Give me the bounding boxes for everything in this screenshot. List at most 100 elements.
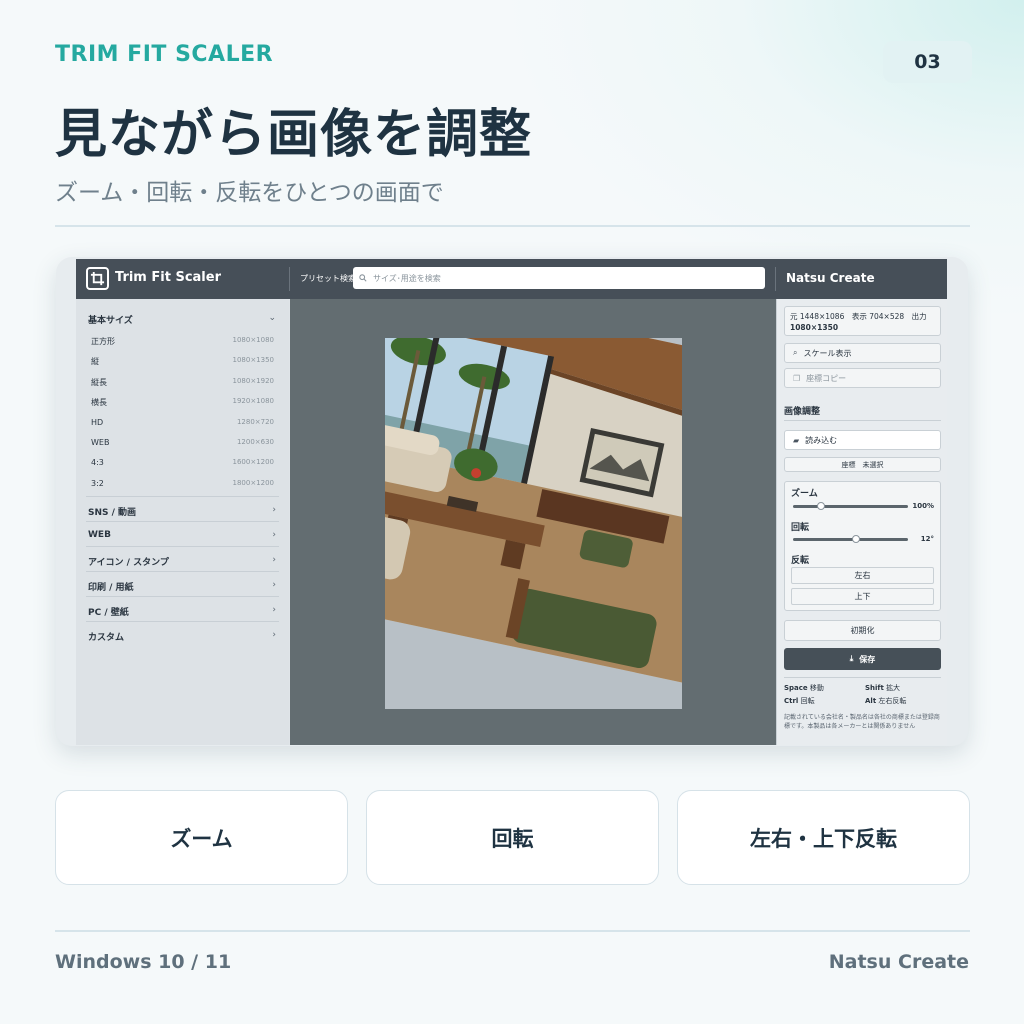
- search-icon: [359, 274, 367, 282]
- artboard[interactable]: [385, 338, 682, 709]
- image-info-line1: 元 1448×1086 表示 704×528 出力: [790, 312, 927, 321]
- category-pc[interactable]: PC / 壁紙 ›: [88, 605, 280, 618]
- zoom-label: ズーム: [791, 489, 818, 499]
- copy-coords-label: 座標コピー: [806, 373, 847, 383]
- sidebar-divider: [86, 546, 279, 547]
- category-label: 基本サイズ: [88, 316, 133, 326]
- preset-item[interactable]: 3:2 1800×1200: [91, 479, 274, 488]
- category-icon[interactable]: アイコン / スタンプ ›: [88, 555, 280, 568]
- search-input[interactable]: サイズ･用途を検索: [353, 267, 765, 289]
- chevron-right-icon: ›: [272, 630, 276, 640]
- chevron-right-icon: ›: [272, 605, 276, 615]
- page-number: 03: [883, 41, 972, 83]
- right-panel: 元 1448×1086 表示 704×528 出力 1080×1350 ⌕ スケ…: [776, 299, 947, 745]
- sidebar-divider: [86, 571, 279, 572]
- sidebar-divider: [86, 496, 279, 497]
- room-photo[interactable]: [385, 338, 682, 709]
- category-label: アイコン / スタンプ: [88, 558, 169, 568]
- preset-item[interactable]: 横長 1920×1080: [91, 397, 274, 408]
- coords-status-label: 座標 未選択: [841, 460, 884, 469]
- crop-icon: [86, 267, 109, 290]
- feature-card-flip: 左右・上下反転: [677, 790, 970, 885]
- category-basic[interactable]: 基本サイズ ⌄: [88, 313, 280, 326]
- preset-size: 1200×630: [236, 438, 274, 446]
- category-label: WEB: [88, 530, 111, 540]
- category-label: 印刷 / 用紙: [88, 583, 134, 593]
- preset-name: 4:3: [91, 458, 104, 467]
- preset-item[interactable]: 4:3 1600×1200: [91, 458, 274, 467]
- footer-os: Windows 10 / 11: [55, 951, 232, 973]
- app-window: Trim Fit Scaler プリセット検索 サイズ･用途を検索 Natsu …: [56, 257, 968, 746]
- rotate-slider-knob[interactable]: [851, 535, 860, 543]
- preset-item[interactable]: 正方形 1080×1080: [91, 336, 274, 347]
- shortcut-alt: Alt 左右反転: [865, 696, 906, 706]
- zoom-icon: ⌕: [793, 348, 798, 357]
- image-adjust-title: 画像調整: [784, 407, 821, 417]
- shortcut-action: 左右反転: [878, 697, 907, 705]
- zoom-slider-knob[interactable]: [816, 502, 825, 510]
- shortcut-action: 回転: [800, 697, 815, 705]
- coords-status: 座標 未選択: [784, 457, 941, 472]
- preset-size: 1280×720: [236, 418, 274, 426]
- zoom-slider[interactable]: [793, 502, 908, 510]
- search-placeholder: サイズ･用途を検索: [373, 273, 441, 283]
- feature-card-zoom: ズーム: [55, 790, 348, 885]
- preset-size: 1080×1350: [232, 356, 275, 364]
- save-button[interactable]: ⤓ 保存: [784, 648, 941, 670]
- chevron-right-icon: ›: [272, 555, 276, 565]
- chevron-right-icon: ›: [272, 580, 276, 590]
- load-button[interactable]: ▰ 読み込む: [784, 430, 941, 450]
- footer-brand: Natsu Create: [828, 951, 969, 973]
- titlebar-separator: [775, 267, 776, 291]
- trademark-notice: 記載されている会社名・製品名は各社の商標または登録商標です。本製品は各メーカーと…: [784, 714, 940, 730]
- sidebar-divider: [86, 521, 279, 522]
- app: Trim Fit Scaler プリセット検索 サイズ･用途を検索 Natsu …: [76, 259, 947, 745]
- preset-size: 1600×1200: [232, 458, 275, 466]
- preset-size: 1800×1200: [232, 479, 275, 487]
- flip-label: 反転: [791, 556, 810, 566]
- preset-item[interactable]: HD 1280×720: [91, 418, 274, 427]
- brand-right: Natsu Create: [786, 271, 875, 285]
- bottom-divider: [55, 930, 970, 932]
- shortcut-key: Shift: [865, 684, 884, 692]
- shortcut-space: Space 移動: [784, 683, 824, 693]
- preset-size: 1920×1080: [232, 397, 275, 405]
- preset-size: 1080×1080: [232, 336, 275, 344]
- category-label: PC / 壁紙: [88, 608, 129, 618]
- subheadline: ズーム・回転・反転をひとつの画面で: [55, 180, 444, 206]
- adjust-controls: ズーム 100% 回転 12° 反転 左右 上下: [784, 481, 941, 611]
- shortcut-shift: Shift 拡大: [865, 683, 900, 693]
- category-label: カスタム: [88, 633, 125, 643]
- preset-search-label: プリセット検索: [300, 274, 356, 283]
- titlebar: Trim Fit Scaler プリセット検索 サイズ･用途を検索 Natsu …: [76, 259, 947, 299]
- folder-icon: ▰: [793, 435, 800, 445]
- canvas[interactable]: [290, 299, 776, 745]
- reset-button[interactable]: 初期化: [784, 620, 941, 641]
- app-title: Trim Fit Scaler: [115, 270, 221, 285]
- scale-view-label: スケール表示: [803, 348, 852, 358]
- preset-item[interactable]: 縦 1080×1350: [91, 356, 274, 367]
- scale-view-button[interactable]: ⌕ スケール表示: [784, 343, 941, 363]
- sidebar-divider: [86, 596, 279, 597]
- category-print[interactable]: 印刷 / 用紙 ›: [88, 580, 280, 593]
- rotate-slider[interactable]: [793, 535, 908, 543]
- category-custom[interactable]: カスタム ›: [88, 630, 280, 643]
- preset-name: 正方形: [91, 337, 115, 346]
- copy-coords-button[interactable]: ❐ 座標コピー: [784, 368, 941, 388]
- preset-item[interactable]: 縦長 1080×1920: [91, 377, 274, 388]
- flip-horizontal-button[interactable]: 左右: [791, 567, 934, 584]
- preset-name: 横長: [91, 398, 107, 407]
- chevron-down-icon: ⌄: [268, 313, 276, 323]
- category-web[interactable]: WEB ›: [88, 530, 280, 540]
- panel-divider: [784, 677, 941, 678]
- load-label: 読み込む: [805, 435, 838, 445]
- sidebar-divider: [86, 621, 279, 622]
- preset-item[interactable]: WEB 1200×630: [91, 438, 274, 447]
- shortcut-ctrl: Ctrl 回転: [784, 696, 815, 706]
- panel-divider: [784, 420, 941, 421]
- preset-name: 3:2: [91, 479, 104, 488]
- flip-vertical-button[interactable]: 上下: [791, 588, 934, 605]
- sidebar: 基本サイズ ⌄ 正方形 1080×1080 縦 1080×1350 縦長 1080×1…: [76, 299, 289, 745]
- category-label: SNS / 動画: [88, 508, 137, 518]
- category-sns[interactable]: SNS / 動画 ›: [88, 505, 280, 518]
